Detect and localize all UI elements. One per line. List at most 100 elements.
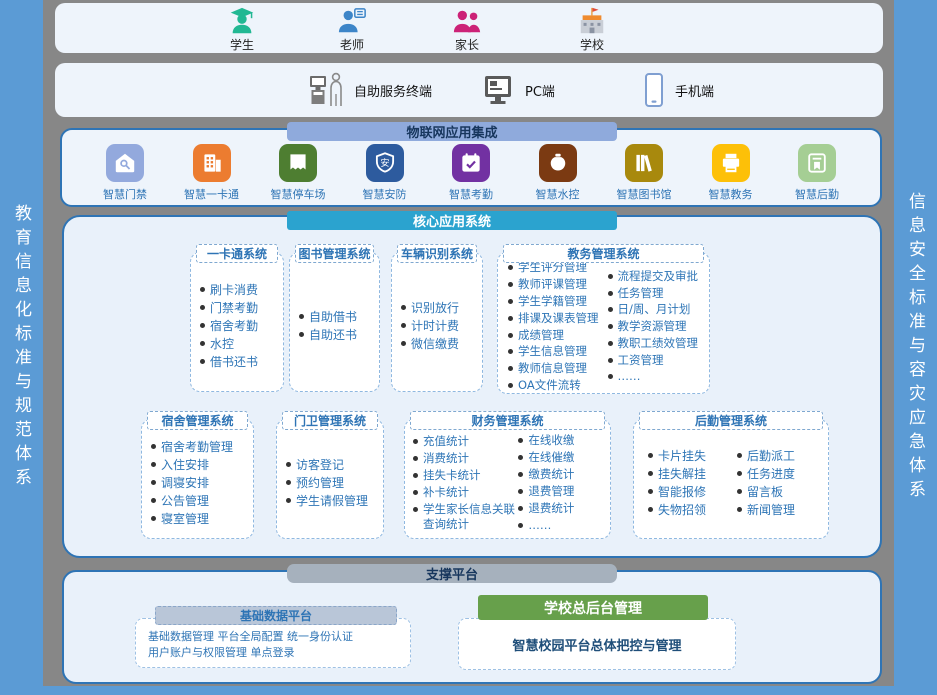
list-item: 刷卡消费 xyxy=(200,282,280,298)
list-item: 挂失卡统计 xyxy=(413,468,516,483)
system-gatekeeper: 门卫管理系统 访客登记预约管理学生请假管理 xyxy=(276,419,384,539)
system-onecard-items: 刷卡消费门禁考勤宿舍考勤水控借书还书 xyxy=(200,266,280,385)
system-finance-columns: 充值统计消费统计挂失卡统计补卡统计学生家长信息关联查询统计 在线收缴在线催缴缴费… xyxy=(413,433,608,532)
role-teacher: 老师 xyxy=(314,6,390,53)
bullet-dot xyxy=(648,471,653,476)
system-gatekeeper-items: 访客登记预约管理学生请假管理 xyxy=(286,433,380,532)
list-item-label: …… xyxy=(618,369,641,384)
bullet-dot xyxy=(413,473,418,478)
role-student: 学生 xyxy=(204,6,280,53)
list-item-label: OA文件流转 xyxy=(518,378,581,393)
list-item-label: 寝室管理 xyxy=(161,511,209,527)
iot-onecard: 智慧一卡通 xyxy=(175,144,249,202)
bullet-dot xyxy=(737,507,742,512)
list-item-label: 学生信息管理 xyxy=(518,344,587,359)
list-item: 教师评课管理 xyxy=(508,277,606,292)
system-library-items: 自助借书自助还书 xyxy=(299,266,376,385)
system-finance-title: 财务管理系统 xyxy=(410,411,605,430)
system-dormitory-items: 宿舍考勤管理入住安排调寝安排公告管理寝室管理 xyxy=(151,433,250,532)
list-item-label: 调寝安排 xyxy=(161,475,209,491)
bullet-dot xyxy=(508,349,513,354)
bullet-dot xyxy=(648,489,653,494)
list-item-label: 学生学籍管理 xyxy=(518,294,587,309)
base-platform-line2: 用户账户与权限管理 单点登录 xyxy=(148,645,410,661)
list-item: 退费管理 xyxy=(518,484,606,499)
door-access-icon xyxy=(106,144,144,182)
list-item-label: 后勤派工 xyxy=(747,448,795,464)
list-item-label: 工资管理 xyxy=(618,353,664,368)
finance-col1: 充值统计消费统计挂失卡统计补卡统计学生家长信息关联查询统计 xyxy=(413,433,518,532)
teacher-icon xyxy=(337,6,367,36)
iot-water-control-label: 智慧水控 xyxy=(536,186,580,202)
iot-door-access-label: 智慧门禁 xyxy=(103,186,147,202)
list-item-label: 退费统计 xyxy=(528,501,574,516)
security-shield-icon: 安 xyxy=(366,144,404,182)
list-item: 日/周、月计划 xyxy=(608,302,706,317)
list-item: 学生信息管理 xyxy=(508,344,606,359)
list-item: 任务进度 xyxy=(737,466,824,482)
bullet-dot xyxy=(518,523,523,528)
list-item-label: 失物招领 xyxy=(658,502,706,518)
list-item-label: 教师信息管理 xyxy=(518,361,587,376)
list-item: 计时计费 xyxy=(401,318,479,334)
bullet-dot xyxy=(518,438,523,443)
bullet-dot xyxy=(608,291,613,296)
water-control-icon xyxy=(539,144,577,182)
bullet-dot xyxy=(508,299,513,304)
iot-logistics-label: 智慧后勤 xyxy=(795,186,839,202)
bullet-dot xyxy=(608,324,613,329)
list-item-label: 挂失解挂 xyxy=(658,466,706,482)
core-section-header: 核心应用系统 xyxy=(287,211,617,230)
list-item: 学生学籍管理 xyxy=(508,294,606,309)
logistics-clipboard-icon xyxy=(798,144,836,182)
list-item-label: 卡片挂失 xyxy=(658,448,706,464)
left-standards-bar: 教育信息化标准与规范体系 xyxy=(0,0,43,695)
base-platform-line1: 基础数据管理 平台全局配置 统一身份认证 xyxy=(148,629,410,645)
list-item: 工资管理 xyxy=(608,353,706,368)
list-item: 访客登记 xyxy=(286,457,380,473)
iot-academic-label: 智慧教务 xyxy=(709,186,753,202)
bullet-dot xyxy=(508,383,513,388)
bullet-dot xyxy=(608,374,613,379)
endpoint-kiosk: 自助服务终端 xyxy=(307,63,432,117)
list-item-label: 预约管理 xyxy=(296,475,344,491)
kiosk-icon xyxy=(307,70,345,110)
list-item: 在线收缴 xyxy=(518,433,606,448)
logistics-col2: 后勤派工任务进度留言板新闻管理 xyxy=(737,433,826,532)
list-item: 借书还书 xyxy=(200,354,280,370)
iot-door-access: 智慧门禁 xyxy=(88,144,162,202)
list-item-label: 新闻管理 xyxy=(747,502,795,518)
list-item-label: 教职工绩效管理 xyxy=(618,336,699,351)
list-item-label: 识别放行 xyxy=(411,300,459,316)
iot-library-label: 智慧图书馆 xyxy=(617,186,672,202)
list-item: 任务管理 xyxy=(608,286,706,301)
system-academic-affairs: 教务管理系统 学生评分管理教师评课管理学生学籍管理排课及课表管理成绩管理学生信息… xyxy=(497,252,710,394)
list-item-label: 流程提交及审批 xyxy=(618,269,699,284)
parents-icon xyxy=(452,6,482,36)
device-endpoints-panel: 自助服务终端 PC端 手机端 xyxy=(55,63,883,117)
list-item: 退费统计 xyxy=(518,501,606,516)
endpoint-pc-label: PC端 xyxy=(525,81,555,100)
list-item-label: 在线收缴 xyxy=(528,433,574,448)
school-admin-box: 智慧校园平台总体把控与管理 xyxy=(458,618,736,670)
left-standards-label: 教育信息化标准与规范体系 xyxy=(9,204,34,492)
endpoint-mobile: 手机端 xyxy=(642,63,714,117)
bullet-dot xyxy=(401,341,406,346)
parking-icon xyxy=(279,144,317,182)
academic-affairs-col1: 学生评分管理教师评课管理学生学籍管理排课及课表管理成绩管理学生信息管理教师信息管… xyxy=(508,266,608,387)
list-item-label: 借书还书 xyxy=(210,354,258,370)
list-item: 微信缴费 xyxy=(401,336,479,352)
list-item: 学生家长信息关联查询统计 xyxy=(413,502,516,532)
iot-academic: 智慧教务 xyxy=(694,144,768,202)
system-logistics: 后勤管理系统 卡片挂失挂失解挂智能报修失物招领 后勤派工任务进度留言板新闻管理 xyxy=(633,419,829,539)
list-item: 留言板 xyxy=(737,484,824,500)
iot-logistics: 智慧后勤 xyxy=(780,144,854,202)
bullet-dot xyxy=(413,439,418,444)
bullet-dot xyxy=(508,282,513,287)
endpoint-pc: PC端 xyxy=(480,63,555,117)
system-finance: 财务管理系统 充值统计消费统计挂失卡统计补卡统计学生家长信息关联查询统计 在线收… xyxy=(404,419,611,539)
bullet-dot xyxy=(151,516,156,521)
list-item-label: 成绩管理 xyxy=(518,328,564,343)
list-item: 后勤派工 xyxy=(737,448,824,464)
system-vehicle-title: 车辆识别系统 xyxy=(397,244,477,263)
